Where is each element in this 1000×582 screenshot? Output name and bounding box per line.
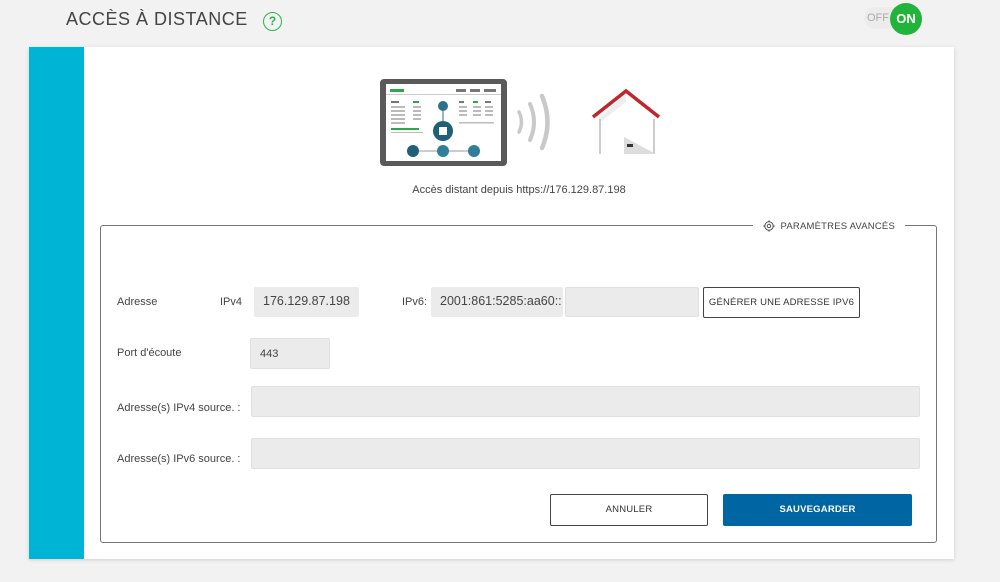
- remote-access-card: Accès distant depuis https://176.129.87.…: [29, 47, 954, 559]
- ipv6-source-label: Adresse(s) IPv6 source. :: [117, 453, 241, 465]
- advanced-settings-title: PARAMÈTRES AVANCÉS: [780, 220, 895, 232]
- ipv4-address-field: 176.129.87.198: [254, 287, 359, 317]
- port-label: Port d'écoute: [117, 347, 182, 359]
- advanced-settings-legend[interactable]: PARAMÈTRES AVANCÉS: [752, 218, 905, 234]
- toggle-on-knob[interactable]: ON: [890, 3, 922, 35]
- ipv6-source-input[interactable]: [251, 438, 920, 469]
- save-button[interactable]: SAUVEGARDER: [723, 494, 912, 526]
- port-input[interactable]: 443: [250, 338, 330, 369]
- ipv6-prefix-field: 2001:861:5285:aa60::: [431, 287, 563, 317]
- ipv4-label: IPv4: [220, 296, 243, 308]
- remote-access-url-text: Accès distant depuis https://176.129.87.…: [412, 184, 626, 196]
- address-label: Adresse: [117, 296, 158, 308]
- gear-icon: [763, 220, 775, 232]
- ipv4-source-label: Adresse(s) IPv4 source. :: [117, 402, 241, 414]
- ipv6-label: IPv6:: [402, 296, 428, 308]
- page-title: ACCÈS À DISTANCE: [66, 9, 248, 29]
- remote-access-toggle[interactable]: OFF ON: [864, 3, 924, 35]
- ipv4-source-input[interactable]: [251, 386, 920, 417]
- help-icon[interactable]: ?: [263, 12, 282, 31]
- generate-ipv6-button[interactable]: GÉNÉRER UNE ADRESSE IPV6: [703, 287, 860, 318]
- cancel-button[interactable]: ANNULER: [550, 494, 708, 526]
- ipv6-suffix-input[interactable]: [565, 287, 699, 317]
- card-accent-bar: [29, 47, 84, 559]
- advanced-settings-panel: PARAMÈTRES AVANCÉS Adresse IPv4 176.129.…: [100, 218, 937, 543]
